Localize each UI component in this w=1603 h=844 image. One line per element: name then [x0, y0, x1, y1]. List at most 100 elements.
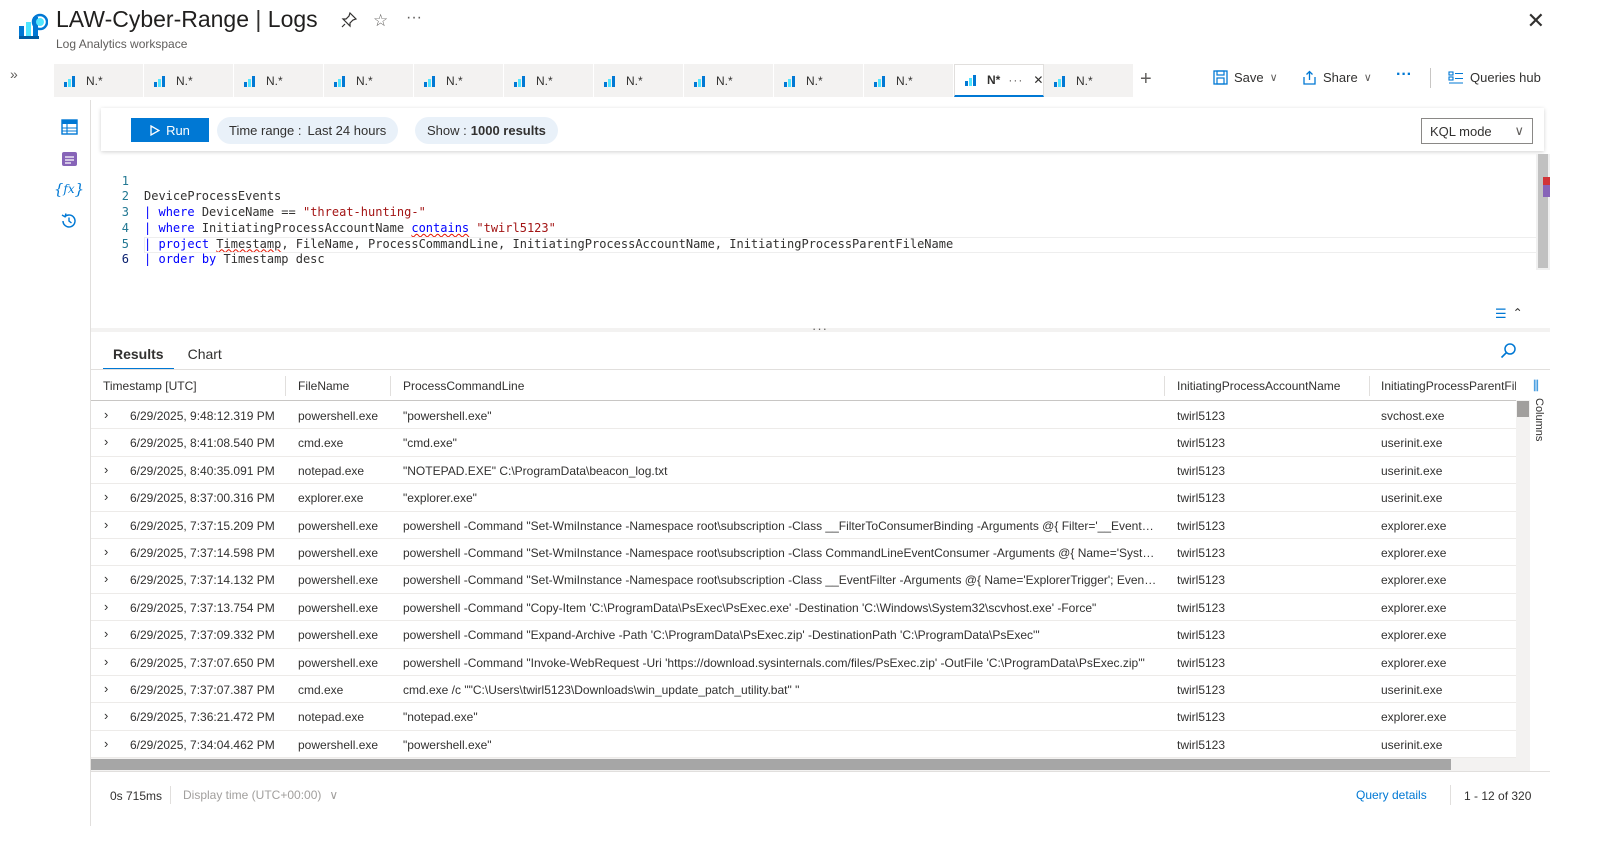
table-row[interactable]: › 6/29/2025, 8:40:35.091 PM notepad.exe "NO… — [91, 457, 1516, 485]
table-row[interactable]: › 6/29/2025, 7:34:04.462 PM powershell.exe… — [91, 731, 1516, 758]
query-tab-icon — [334, 75, 348, 87]
tab-query-11[interactable]: N* ··· ✕ — [954, 64, 1044, 97]
queries-icon[interactable] — [58, 148, 80, 170]
tab-label: N.* — [356, 73, 373, 88]
chevron-right-icon[interactable]: › — [104, 544, 108, 559]
cell-commandline: powershell -Command "Expand-Archive -Pat… — [403, 628, 1040, 643]
queries-hub-button[interactable]: Queries hub — [1448, 70, 1541, 85]
results-horizontal-scrollbar[interactable] — [91, 758, 1530, 771]
cell-accountname: twirl5123 — [1177, 463, 1226, 478]
query-details-link[interactable]: Query details — [1356, 788, 1427, 802]
chevron-right-icon[interactable]: › — [104, 462, 108, 477]
search-icon[interactable] — [1500, 342, 1517, 364]
cell-timestamp: 6/29/2025, 7:37:07.650 PM — [130, 655, 275, 670]
tab-label: N.* — [1076, 73, 1093, 88]
time-range-picker[interactable]: Time range : Last 24 hours — [217, 117, 399, 144]
tab-results[interactable]: Results — [103, 338, 174, 370]
expand-sidebar-icon[interactable]: » — [10, 66, 18, 82]
tab-query-4[interactable]: N.* — [324, 64, 414, 97]
columns-icon: ⫼ — [1533, 378, 1539, 393]
play-icon — [150, 124, 161, 136]
tab-query-9[interactable]: N.* — [774, 64, 864, 97]
cell-commandline: "powershell.exe" — [403, 409, 492, 423]
cell-timestamp: 6/29/2025, 7:37:14.598 PM — [130, 546, 275, 560]
cell-filename: powershell.exe — [298, 600, 379, 615]
chevron-right-icon[interactable]: › — [104, 736, 108, 751]
chevron-right-icon[interactable]: › — [104, 654, 108, 669]
results-vertical-scrollbar[interactable] — [1516, 400, 1530, 758]
table-row[interactable]: › 6/29/2025, 7:37:14.132 PM powershell.exe… — [91, 566, 1516, 594]
cell-commandline: powershell -Command "Set-WmiInstance -Na… — [403, 573, 1158, 588]
cell-filename: powershell.exe — [298, 409, 379, 423]
chevron-right-icon[interactable]: › — [104, 517, 108, 532]
tab-query-3[interactable]: N.* — [234, 64, 324, 97]
functions-icon[interactable]: {fx} — [54, 178, 84, 200]
chevron-right-icon[interactable]: › — [104, 571, 108, 586]
table-row[interactable]: › 6/29/2025, 7:37:15.209 PM powershell.exe… — [91, 512, 1516, 539]
star-icon[interactable]: ☆ — [373, 11, 388, 31]
tab-query-1[interactable]: N.* — [54, 64, 144, 97]
kql-mode-dropdown[interactable]: KQL mode ∨ — [1421, 118, 1533, 144]
column-header-timestamp[interactable]: Timestamp [UTC] — [103, 379, 283, 393]
cell-parentfilename: userinit.exe — [1381, 683, 1443, 697]
tab-query-5[interactable]: N.* — [414, 64, 504, 97]
display-time-dropdown[interactable]: Display time (UTC+00:00) ∨ — [183, 788, 338, 802]
editor-line: 6 — [91, 237, 129, 266]
tab-query-7[interactable]: N.* — [594, 64, 684, 97]
result-limit-picker[interactable]: Show : 1000 results — [415, 117, 558, 144]
share-button[interactable]: Share ∨ — [1302, 70, 1372, 85]
chevron-right-icon[interactable]: › — [104, 407, 108, 422]
tab-query-2[interactable]: N.* — [144, 64, 234, 97]
chevron-down-icon: ∨ — [1269, 72, 1278, 84]
column-header-filename[interactable]: FileName — [298, 379, 388, 393]
save-button[interactable]: Save ∨ — [1213, 70, 1278, 85]
add-tab-icon[interactable]: + — [1140, 68, 1152, 91]
tab-more-icon[interactable]: ··· — [1008, 73, 1023, 87]
table-row[interactable]: › 6/29/2025, 9:48:12.319 PM powershell.exe… — [91, 402, 1516, 430]
close-icon[interactable]: ✕ — [1527, 8, 1545, 34]
columns-panel-toggle[interactable]: ⫼ Columns — [1531, 378, 1549, 458]
chevron-right-icon[interactable]: › — [104, 681, 108, 696]
table-row[interactable]: › 6/29/2025, 8:37:00.316 PM explorer.exe "e… — [91, 484, 1516, 512]
table-row[interactable]: › 6/29/2025, 7:37:14.598 PM powershell.exe… — [91, 539, 1516, 567]
tab-query-8[interactable]: N.* — [684, 64, 774, 97]
chevron-right-icon[interactable]: › — [104, 626, 108, 641]
column-header-accountname[interactable]: InitiatingProcessAccountName — [1177, 379, 1367, 393]
query-tab-icon — [604, 75, 618, 87]
column-header-parentfilename[interactable]: InitiatingProcessParentFileN — [1381, 379, 1516, 393]
query-history-icon[interactable] — [58, 210, 80, 232]
table-row[interactable]: › 6/29/2025, 7:37:13.754 PM powershell.exe… — [91, 594, 1516, 622]
tab-query-12[interactable]: N.* — [1044, 64, 1134, 97]
close-tab-icon[interactable]: ✕ — [1033, 73, 1043, 87]
chevron-right-icon[interactable]: › — [104, 599, 108, 614]
run-button[interactable]: Run — [131, 118, 209, 142]
table-row[interactable]: › 6/29/2025, 7:37:09.332 PM powershell.exe… — [91, 621, 1516, 649]
collapse-editor-icon[interactable]: ⌃ — [1513, 306, 1523, 322]
more-options-icon[interactable]: ··· — [1396, 66, 1412, 84]
tab-query-10[interactable]: N.* — [864, 64, 954, 97]
cell-filename: powershell.exe — [298, 737, 379, 752]
editor-scrollbar[interactable] — [1536, 154, 1550, 270]
tables-icon[interactable] — [58, 116, 80, 138]
tab-chart[interactable]: Chart — [178, 338, 232, 370]
save-label: Save — [1234, 70, 1264, 85]
table-row[interactable]: › 6/29/2025, 7:37:07.650 PM powershell.exe… — [91, 649, 1516, 676]
cell-filename: cmd.exe — [298, 683, 344, 697]
queries-hub-icon — [1448, 70, 1463, 84]
drag-handle-icon[interactable]: ··· — [812, 321, 828, 336]
table-row[interactable]: › 6/29/2025, 7:36:21.472 PM notepad.exe "no… — [91, 703, 1516, 731]
table-row[interactable]: › 6/29/2025, 7:37:07.387 PM cmd.exe cmd.exe… — [91, 676, 1516, 704]
tab-query-6[interactable]: N.* — [504, 64, 594, 97]
table-row[interactable]: › 6/29/2025, 8:41:08.540 PM cmd.exe "cmd.ex… — [91, 429, 1516, 457]
cell-commandline: powershell -Command "Set-WmiInstance -Na… — [403, 518, 1158, 533]
format-query-icon[interactable]: ☰ — [1495, 306, 1507, 322]
more-icon[interactable]: ··· — [406, 9, 422, 27]
chevron-right-icon[interactable]: › — [104, 489, 108, 504]
cell-parentfilename: explorer.exe — [1381, 600, 1447, 615]
chevron-right-icon[interactable]: › — [104, 708, 108, 723]
footer-separator — [1450, 785, 1451, 805]
column-header-processcommandline[interactable]: ProcessCommandLine — [403, 379, 1153, 393]
cell-filename: powershell.exe — [298, 546, 379, 560]
chevron-right-icon[interactable]: › — [104, 434, 108, 449]
pin-icon[interactable] — [341, 11, 358, 33]
